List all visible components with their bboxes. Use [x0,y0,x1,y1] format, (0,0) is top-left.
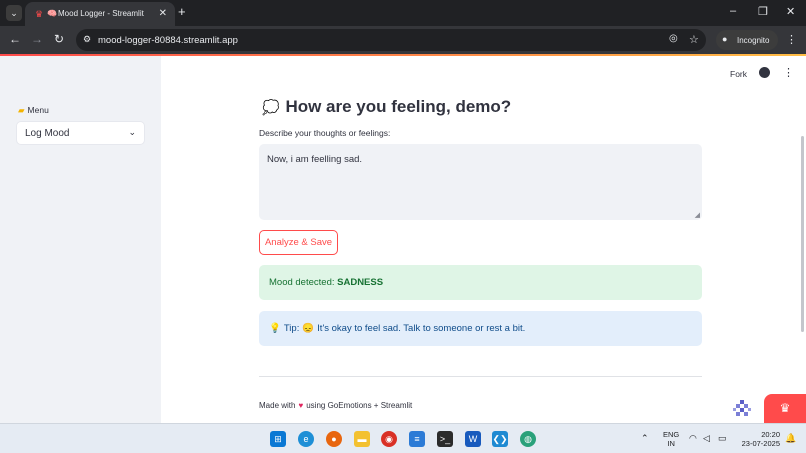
restore-button[interactable]: ❐ [758,5,768,18]
url-text[interactable]: mood-logger-80884.streamlit.app [98,35,238,46]
tab-close-icon[interactable]: ✕ [159,8,167,19]
footer-prefix: Made with [259,401,296,410]
lang-line1: ENG [663,430,680,439]
windows-start-icon[interactable]: ⊞ [270,431,286,447]
footer-divider [259,376,702,377]
analyze-save-button[interactable]: Analyze & Save [259,230,338,255]
app-menu-kebab-icon[interactable]: ⋮ [783,66,794,79]
minimize-button[interactable]: – [730,5,736,17]
browser-menu-kebab-icon[interactable]: ⋮ [786,33,797,46]
footer-text: Made with ♥ using GoEmotions + Streamlit [259,401,412,410]
streamlit-app: ▰ Menu Log Mood ⌄ Fork ⋮ 💭 How are you fee… [0,56,806,423]
volume-icon[interactable]: ◁ [703,433,710,444]
feelings-textarea[interactable]: Now, i am feelling sad. ◢ [259,144,702,220]
tab-search-button[interactable]: ⌄ [6,5,22,21]
notepad-icon[interactable]: ≡ [409,431,425,447]
language-indicator[interactable]: ENG IN [663,430,679,448]
page-scrollbar[interactable] [801,136,804,332]
incognito-badge[interactable]: ● Incognito [716,30,778,50]
windows-taskbar: ⊞ e ● ▬ ◉ ≡ >_ W ❮❯ ◍ ⌃ ENG IN ◠ ◁ ▭ 20:… [0,423,806,453]
sad-face-icon: 😞 [302,323,315,334]
system-clock[interactable]: 20:20 23-07-2025 [740,430,780,448]
streamlit-crown-button[interactable]: ♛ [764,394,806,423]
brain-icon: 🧠 [47,9,57,18]
address-bar[interactable]: ⚙ mood-logger-80884.streamlit.app ◎ ☆ [76,29,706,51]
page-title: 💭 How are you feeling, demo? [262,97,511,117]
app-badge-icon[interactable] [732,399,752,419]
page-select[interactable]: Log Mood ⌄ [16,121,145,145]
success-text: Mood detected: SADNESS [269,277,383,288]
page-title-text: How are you feeling, demo? [285,97,512,116]
mood-value: SADNESS [337,277,384,288]
tray-overflow-icon[interactable]: ⌃ [641,433,649,444]
textarea-label: Describe your thoughts or feelings: [259,128,391,138]
github-icon[interactable] [759,67,770,78]
eye-off-icon[interactable]: ◎ [669,33,678,44]
firefox-icon[interactable]: ● [326,431,342,447]
menu-label-text: Menu [27,105,49,115]
browser-toolbar: ← → ↻ ⚙ mood-logger-80884.streamlit.app … [0,26,806,54]
tip-info-alert: 💡 Tip: 😞 It's okay to feel sad. Talk to som… [259,311,702,346]
tip-prefix: Tip: [283,323,300,334]
terminal-icon[interactable]: >_ [437,431,453,447]
heart-icon: ♥ [298,401,304,410]
resize-grip-icon[interactable]: ◢ [695,211,700,219]
incognito-label: Incognito [737,36,770,45]
mood-success-alert: Mood detected: SADNESS [259,265,702,300]
battery-icon[interactable]: ▭ [718,433,727,444]
page-select-value: Log Mood [25,128,70,139]
lang-line2: IN [667,439,675,448]
edge-icon[interactable]: e [298,431,314,447]
star-icon[interactable]: ☆ [689,33,699,46]
site-info-icon[interactable]: ⚙ [83,34,91,45]
tip-message: It's okay to feel sad. Talk to someone o… [317,323,526,334]
back-arrow-icon[interactable]: ← [9,32,21,46]
clock-time: 20:20 [761,430,780,439]
incognito-icon: ● [722,34,728,44]
success-prefix: Mood detected: [269,277,335,288]
browser-tab[interactable]: ♛ 🧠 Mood Logger - Streamlit ✕ [25,2,175,26]
new-tab-button[interactable]: + [178,4,186,19]
streamlit-crown-icon: ♛ [35,9,44,19]
wifi-icon[interactable]: ◠ [689,433,697,444]
textarea-value[interactable]: Now, i am feelling sad. [267,154,362,165]
thought-bubble-icon: 💭 [262,99,280,115]
sidebar: ▰ Menu Log Mood ⌄ [0,56,161,423]
folder-icon: ▰ [18,105,25,115]
sidebar-menu-label: ▰ Menu [18,105,49,116]
chrome-icon[interactable]: ◉ [381,431,397,447]
tab-title: Mood Logger - Streamlit [58,9,144,18]
chevron-down-icon[interactable]: ⌄ [128,127,136,138]
clock-date: 23-07-2025 [741,439,780,448]
lightbulb-icon: 💡 [269,323,281,334]
globe-app-icon[interactable]: ◍ [520,431,536,447]
close-window-button[interactable]: ✕ [786,5,795,18]
word-icon[interactable]: W [465,431,481,447]
tip-text: 💡 Tip: 😞 It's okay to feel sad. Talk to som… [269,323,525,334]
notification-bell-icon[interactable]: 🔔 [785,433,796,444]
footer-suffix: using GoEmotions + Streamlit [306,401,413,410]
vscode-icon[interactable]: ❮❯ [492,431,508,447]
file-explorer-icon[interactable]: ▬ [354,431,370,447]
fork-link[interactable]: Fork [730,69,747,79]
browser-titlebar: ⌄ ♛ 🧠 Mood Logger - Streamlit ✕ + – ❐ ✕ [0,0,806,26]
reload-icon[interactable]: ↻ [54,32,64,46]
forward-arrow-icon[interactable]: → [31,32,43,46]
